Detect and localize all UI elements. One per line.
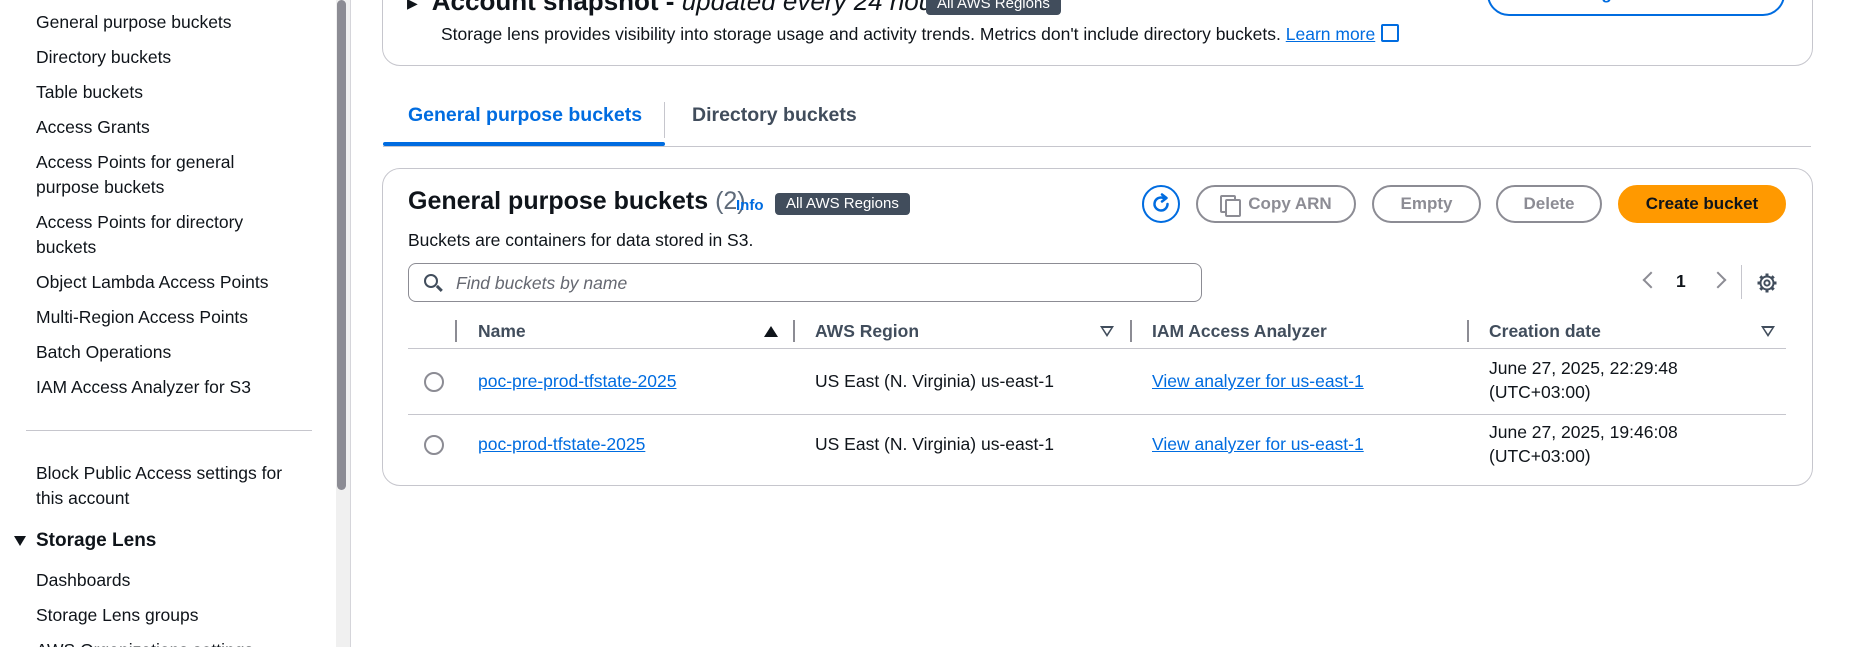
delete-button[interactable]: Delete bbox=[1496, 185, 1602, 223]
region-badge: All AWS Regions bbox=[775, 193, 910, 215]
row-select-radio[interactable] bbox=[424, 435, 444, 455]
sidebar-item-directory-buckets[interactable]: Directory buckets bbox=[36, 45, 296, 70]
tab-separator bbox=[664, 102, 665, 138]
learn-more-label: Learn more bbox=[1285, 24, 1376, 44]
sidebar-item-dashboards[interactable]: Dashboards bbox=[36, 568, 296, 593]
column-header-name[interactable]: Name bbox=[478, 321, 526, 342]
sort-icon-region[interactable] bbox=[1100, 326, 1114, 337]
pagination-current-page[interactable]: 1 bbox=[1676, 271, 1686, 292]
snapshot-region-badge: All AWS Regions bbox=[926, 0, 1061, 15]
pagination-separator bbox=[1741, 265, 1742, 299]
sort-icon-creation-date[interactable] bbox=[1761, 326, 1775, 337]
column-separator[interactable] bbox=[793, 320, 795, 342]
view-analyzer-link[interactable]: View analyzer for us-east-1 bbox=[1152, 434, 1364, 455]
sidebar-item-object-lambda[interactable]: Object Lambda Access Points bbox=[36, 270, 296, 295]
copy-arn-label: Copy ARN bbox=[1248, 194, 1332, 213]
column-header-region[interactable]: AWS Region bbox=[815, 321, 919, 342]
bucket-creation-date: June 27, 2025, 19:46:08 (UTC+03:00) bbox=[1489, 422, 1678, 466]
sidebar-item-organizations-settings[interactable]: AWS Organizations settings bbox=[36, 638, 296, 647]
sidebar-item-iam-access-analyzer[interactable]: IAM Access Analyzer for S3 bbox=[36, 375, 296, 400]
sidebar-divider bbox=[26, 430, 312, 431]
bucket-region: US East (N. Virginia) us-east-1 bbox=[815, 434, 1054, 454]
column-separator bbox=[455, 320, 457, 342]
learn-more-link[interactable]: Learn more bbox=[1286, 24, 1376, 44]
sidebar-item-access-points-directory[interactable]: Access Points for directory buckets bbox=[36, 210, 266, 260]
sidebar-item-table-buckets[interactable]: Table buckets bbox=[36, 80, 296, 105]
sidebar-border bbox=[350, 0, 351, 647]
sidebar-nav: General purpose buckets Directory bucket… bbox=[0, 0, 335, 647]
bucket-region: US East (N. Virginia) us-east-1 bbox=[815, 371, 1054, 391]
table-row-divider bbox=[408, 414, 1786, 415]
tabs-baseline bbox=[383, 146, 1811, 147]
bucket-name-link[interactable]: poc-pre-prod-tfstate-2025 bbox=[478, 371, 676, 392]
sidebar-item-batch-operations[interactable]: Batch Operations bbox=[36, 340, 296, 365]
sort-ascending-icon[interactable] bbox=[764, 326, 778, 337]
column-separator[interactable] bbox=[1467, 320, 1469, 342]
copy-icon bbox=[1220, 195, 1242, 217]
buckets-panel-title: General purpose buckets (2) bbox=[408, 187, 746, 216]
caret-down-icon bbox=[14, 536, 26, 546]
sidebar-scrollbar-thumb[interactable] bbox=[337, 0, 346, 490]
sidebar-item-general-purpose-buckets[interactable]: General purpose buckets bbox=[36, 10, 296, 35]
sidebar-item-storage-lens-groups[interactable]: Storage Lens groups bbox=[36, 603, 296, 628]
bucket-name-link[interactable]: poc-prod-tfstate-2025 bbox=[478, 434, 645, 455]
sidebar-item-multi-region[interactable]: Multi-Region Access Points bbox=[36, 305, 296, 330]
refresh-button[interactable] bbox=[1142, 185, 1180, 223]
snapshot-description-text: Storage lens provides visibility into st… bbox=[441, 24, 1281, 44]
bucket-search-input[interactable] bbox=[454, 264, 1198, 303]
bucket-search-field bbox=[408, 263, 1202, 303]
sidebar-section-storage-lens[interactable]: Storage Lens bbox=[14, 530, 156, 552]
buckets-description: Buckets are containers for data stored i… bbox=[408, 230, 754, 250]
buckets-title-text: General purpose buckets bbox=[408, 187, 709, 215]
search-icon bbox=[424, 274, 438, 288]
account-snapshot-title[interactable]: ▶ Account snapshot - updated every 24 hou… bbox=[407, 0, 955, 17]
view-analyzer-link[interactable]: View analyzer for us-east-1 bbox=[1152, 371, 1364, 392]
sidebar-item-access-grants[interactable]: Access Grants bbox=[36, 115, 296, 140]
column-header-analyzer: IAM Access Analyzer bbox=[1152, 321, 1327, 341]
copy-arn-button[interactable]: Copy ARN bbox=[1196, 185, 1356, 223]
bucket-creation-date: June 27, 2025, 22:29:48 (UTC+03:00) bbox=[1489, 358, 1678, 402]
tab-general-purpose-buckets[interactable]: General purpose buckets bbox=[408, 104, 642, 127]
table-header-divider bbox=[408, 348, 1786, 349]
snapshot-title-text: Account snapshot - bbox=[431, 0, 682, 16]
gear-icon[interactable] bbox=[1757, 273, 1777, 293]
info-link[interactable]: Info bbox=[736, 197, 764, 214]
tab-directory-buckets[interactable]: Directory buckets bbox=[692, 104, 857, 127]
external-link-icon bbox=[1381, 24, 1400, 42]
empty-button[interactable]: Empty bbox=[1372, 185, 1481, 223]
snapshot-description: Storage lens provides visibility into st… bbox=[441, 24, 1400, 45]
sidebar-item-block-public-access[interactable]: Block Public Access settings for this ac… bbox=[36, 461, 286, 511]
sidebar-item-access-points-general[interactable]: Access Points for general purpose bucket… bbox=[36, 150, 266, 200]
sidebar-section-title: Storage Lens bbox=[36, 530, 157, 551]
expand-triangle-icon: ▶ bbox=[407, 0, 418, 11]
create-bucket-button[interactable]: Create bucket bbox=[1618, 185, 1786, 223]
column-header-creation-date[interactable]: Creation date bbox=[1489, 321, 1601, 342]
row-select-radio[interactable] bbox=[424, 372, 444, 392]
snapshot-subtitle: updated every 24 hours bbox=[681, 0, 955, 16]
refresh-icon bbox=[1153, 193, 1169, 212]
view-storage-lens-dashboard-button[interactable]: View Storage Lens dashboard bbox=[1487, 0, 1785, 16]
column-separator[interactable] bbox=[1130, 320, 1132, 342]
